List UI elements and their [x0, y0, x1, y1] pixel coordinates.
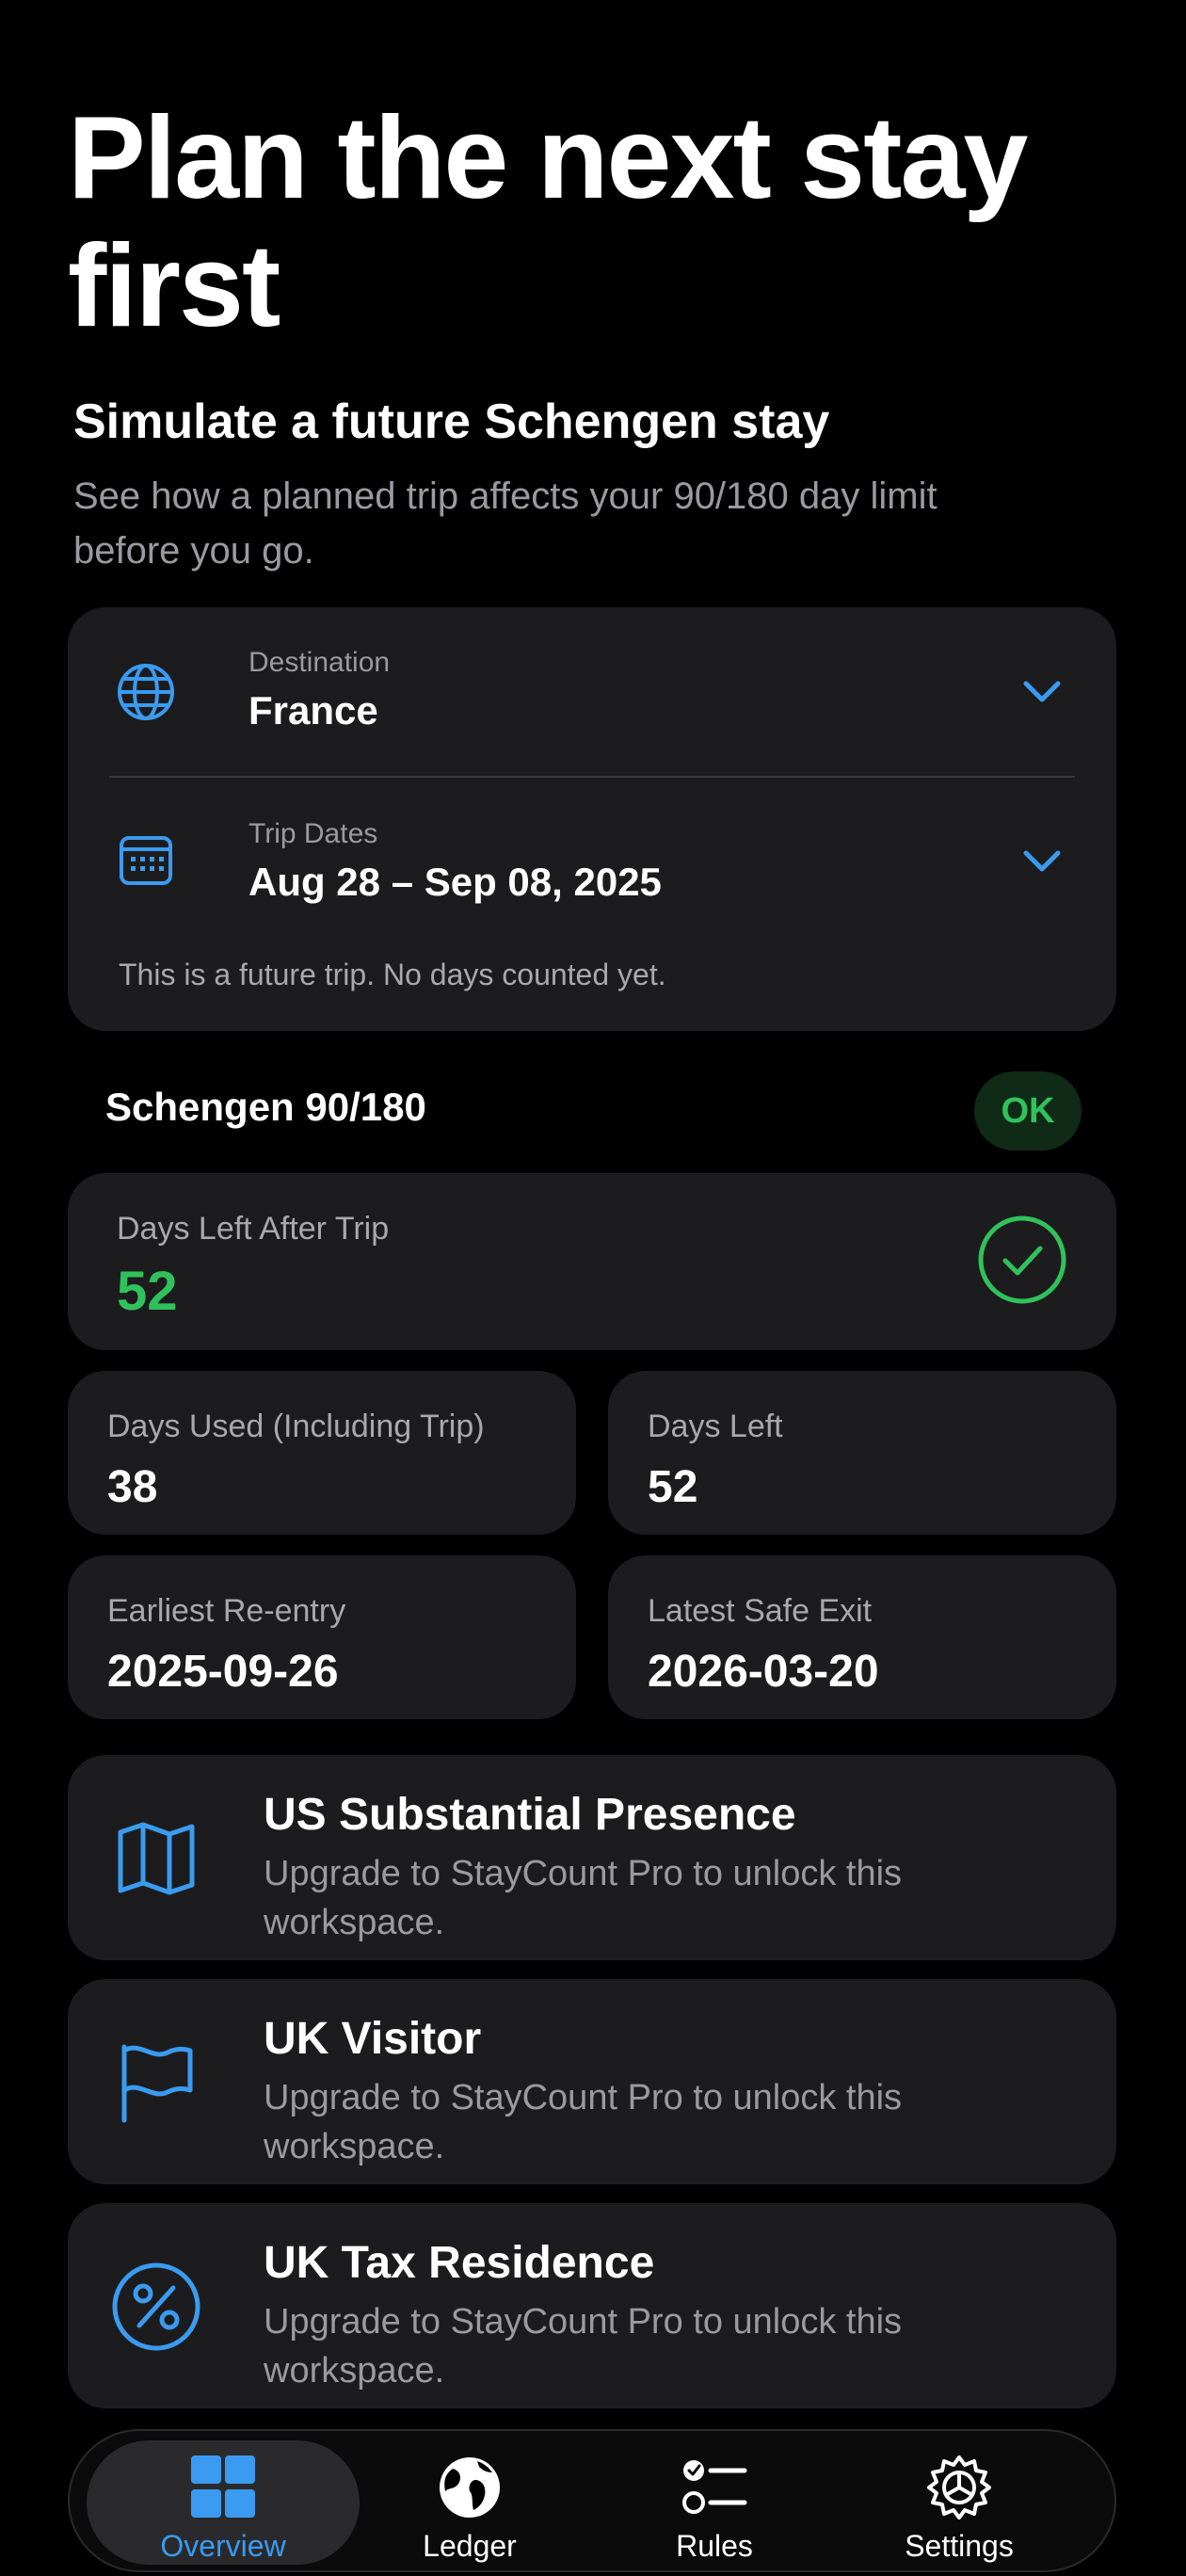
tab-label: Rules [676, 2529, 753, 2563]
map-icon [118, 1822, 195, 1895]
days-left-after-trip-label: Days Left After Trip [117, 1211, 390, 1247]
stat-label: Latest Safe Exit [648, 1593, 873, 1629]
stat-label: Days Used (Including Trip) [107, 1409, 485, 1444]
flag-icon [121, 2044, 193, 2123]
tab-settings[interactable]: Settings [823, 2440, 1096, 2565]
trip-note: This is a future trip. No days counted y… [119, 958, 666, 991]
stat-card-latest-safe-exit: Latest Safe Exit 2026-03-20 [608, 1555, 1116, 1719]
stat-card-earliest-reentry: Earliest Re-entry 2025-09-26 [68, 1555, 576, 1719]
destination-row[interactable]: Destination France [68, 607, 1116, 777]
globe-icon [440, 2457, 500, 2518]
chevron-down-icon [1023, 850, 1061, 872]
tab-rules[interactable]: Rules [578, 2440, 851, 2565]
stat-card-days-left: Days Left 52 [608, 1371, 1116, 1535]
grid-icon [191, 2455, 255, 2518]
trip-dates-label: Trip Dates [248, 818, 378, 849]
destination-value: France [248, 688, 378, 733]
globe-icon [113, 659, 179, 725]
gear-icon [927, 2455, 991, 2520]
trip-dates-value: Aug 28 – Sep 08, 2025 [248, 860, 662, 904]
percent-icon [112, 2262, 200, 2351]
workspace-body: Upgrade to StayCount Pro to unlock this … [264, 1854, 903, 1942]
trip-dates-row[interactable]: Trip Dates Aug 28 – Sep 08, 2025 [68, 779, 1116, 948]
status-badge: OK [974, 1071, 1082, 1151]
chevron-down-icon [1023, 681, 1061, 702]
workspace-us-substantial-presence[interactable]: US Substantial Presence Upgrade to StayC… [68, 1755, 1116, 1960]
calendar-icon [113, 828, 179, 894]
stat-card-days-used: Days Used (Including Trip) 38 [68, 1371, 576, 1535]
tab-ledger[interactable]: Ledger [333, 2440, 606, 2565]
workspace-title: UK Visitor [264, 2014, 482, 2064]
stat-label: Days Left [648, 1409, 783, 1444]
trip-card: Destination France Trip Dates Aug 28 – S… [68, 607, 1116, 1031]
section-title: Schengen 90/180 [105, 1085, 426, 1129]
tab-label: Overview [160, 2529, 286, 2563]
checkmark-circle-icon [978, 1216, 1066, 1304]
stat-value: 2025-09-26 [107, 1647, 339, 1697]
workspace-title: US Substantial Presence [264, 1790, 796, 1840]
workspace-title: UK Tax Residence [264, 2238, 655, 2288]
tab-label: Settings [905, 2529, 1014, 2563]
tab-label: Ledger [423, 2529, 517, 2563]
stat-value: 38 [107, 1462, 158, 1512]
workspace-uk-visitor[interactable]: UK Visitor Upgrade to StayCount Pro to u… [68, 1979, 1116, 2184]
stat-value: 52 [648, 1462, 698, 1512]
checklist-icon [682, 2460, 747, 2514]
page-subtitle: Simulate a future Schengen stay [73, 394, 830, 449]
days-left-after-trip-value: 52 [117, 1261, 178, 1322]
workspace-body: Upgrade to StayCount Pro to unlock this … [264, 2078, 903, 2166]
workspace-body: Upgrade to StayCount Pro to unlock this … [264, 2302, 903, 2391]
page-title: Plan the next stay first [68, 93, 1028, 351]
tab-bar: Overview Ledger Rules Settings [68, 2429, 1116, 2572]
divider [109, 776, 1075, 778]
tab-overview[interactable]: Overview [87, 2440, 360, 2565]
stat-label: Earliest Re-entry [107, 1593, 346, 1629]
days-left-after-trip-card: Days Left After Trip 52 [68, 1173, 1116, 1350]
stat-value: 2026-03-20 [648, 1647, 879, 1697]
page-description: See how a planned trip affects your 90/1… [73, 475, 938, 572]
destination-label: Destination [248, 647, 391, 678]
workspace-uk-tax-residence[interactable]: UK Tax Residence Upgrade to StayCount Pr… [68, 2203, 1116, 2408]
